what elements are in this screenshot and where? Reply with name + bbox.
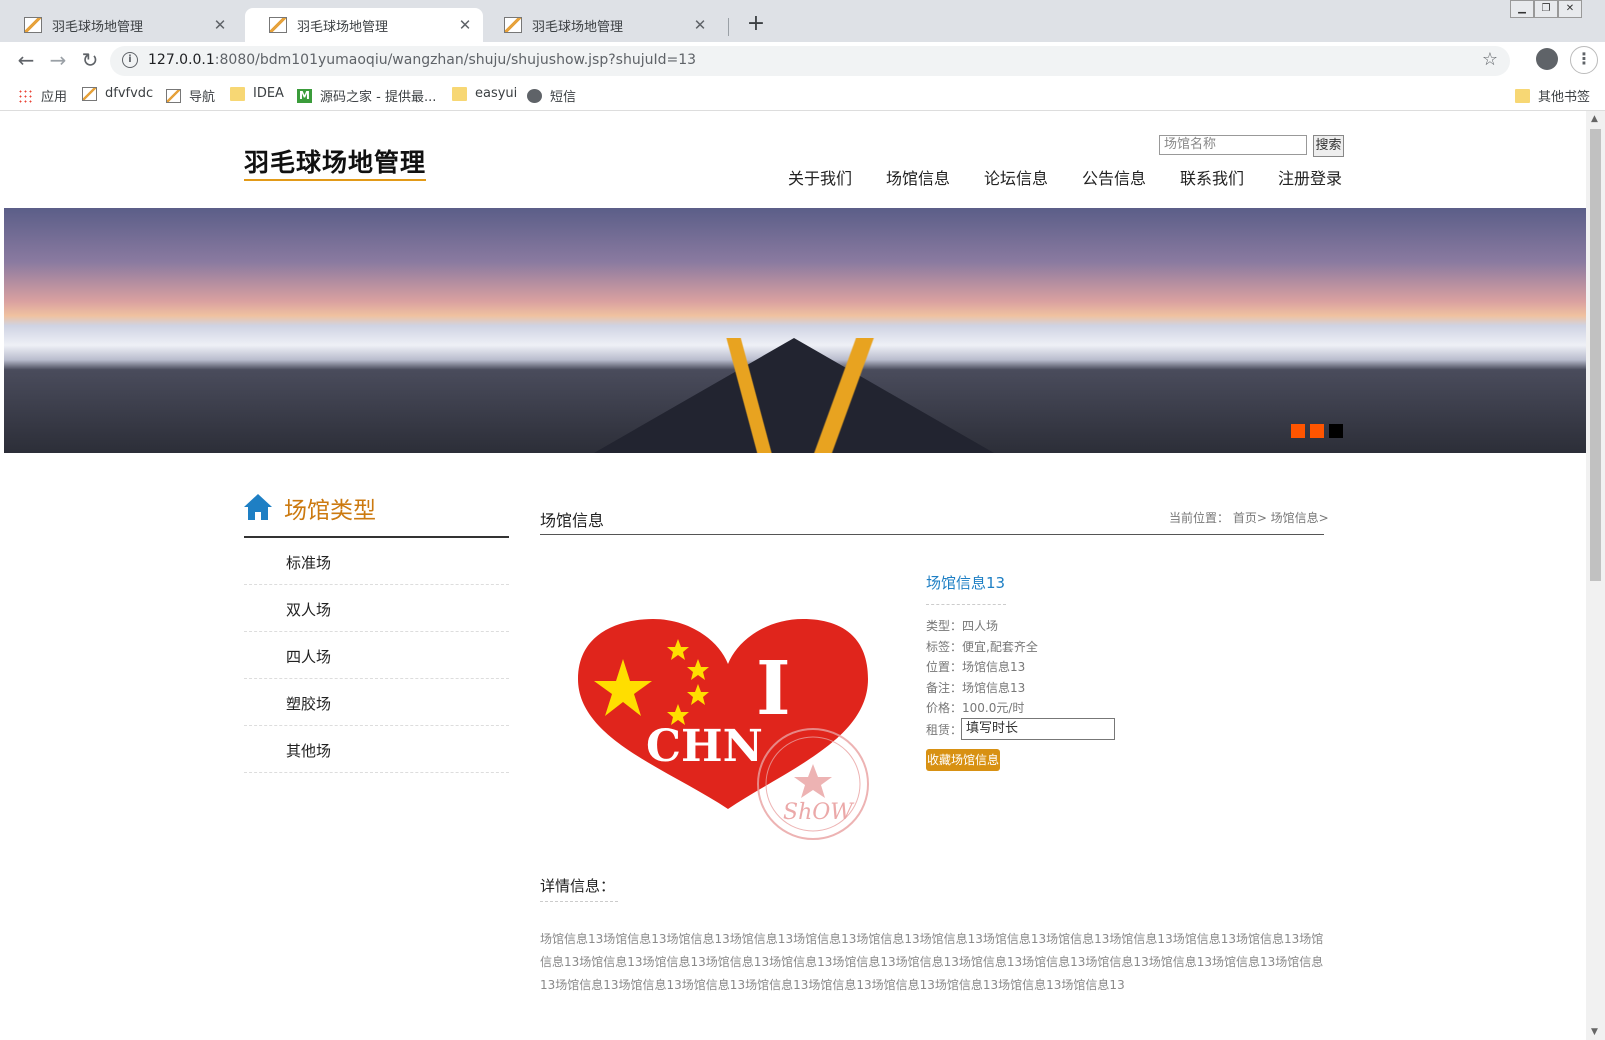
address-bar[interactable]: i 127.0.0.1:8080/bdm101yumaoqiu/wangzhan… xyxy=(110,46,1510,76)
favorite-button[interactable]: 收藏场馆信息 xyxy=(926,749,1000,771)
scroll-down-icon[interactable]: ▼ xyxy=(1591,1027,1598,1037)
rent-label: 租赁： xyxy=(926,723,963,737)
site-logo[interactable]: 羽毛球场地管理 xyxy=(244,143,427,181)
folder-icon xyxy=(230,86,245,101)
bookmark-other[interactable]: 其他书签 xyxy=(1515,86,1590,105)
venue-name-underline xyxy=(926,604,1006,605)
close-tab-icon[interactable]: ✕ xyxy=(453,16,477,34)
globe-icon xyxy=(527,88,542,103)
venue-image: I CHN ShOW xyxy=(578,619,869,840)
bookmark-nav[interactable]: 导航 xyxy=(166,86,215,105)
nav-about[interactable]: 关于我们 xyxy=(788,165,852,189)
details-text: 场馆信息13场馆信息13场馆信息13场馆信息13场馆信息13场馆信息13场馆信息… xyxy=(540,932,1324,992)
stamp-text: ShOW xyxy=(783,800,855,825)
home-icon xyxy=(244,494,272,522)
details-heading-underline xyxy=(540,901,618,902)
profile-avatar-icon[interactable] xyxy=(1536,48,1558,70)
sidebar-item-double[interactable]: 双人场 xyxy=(244,585,509,632)
browser-tab-active[interactable]: 羽毛球场地管理 ✕ xyxy=(245,8,483,42)
tab-title: 羽毛球场地管理 xyxy=(532,19,624,35)
tab-title: 羽毛球场地管理 xyxy=(297,19,389,35)
tab-separator xyxy=(728,18,729,36)
bookmark-idea[interactable]: IDEA xyxy=(230,86,284,101)
bookmark-sms[interactable]: 短信 xyxy=(527,86,576,105)
bookmark-dfvfvdc[interactable]: dfvfvdc xyxy=(82,86,153,101)
page-favicon-icon xyxy=(269,17,287,33)
search-button[interactable]: 搜索 xyxy=(1313,135,1344,157)
banner-dot[interactable] xyxy=(1291,424,1305,438)
apps-grid-icon xyxy=(18,88,33,103)
restore-window-button[interactable]: ❐ xyxy=(1534,0,1558,18)
new-tab-button[interactable]: + xyxy=(742,10,770,38)
close-tab-icon[interactable]: ✕ xyxy=(208,16,232,34)
forward-arrow-icon[interactable]: → xyxy=(44,46,72,74)
breadcrumb[interactable]: 当前位置： 首页> 场馆信息> xyxy=(1169,509,1329,526)
tab-title: 羽毛球场地管理 xyxy=(52,19,144,35)
bookmark-apps[interactable]: 应用 xyxy=(18,86,67,105)
banner-dot[interactable] xyxy=(1310,424,1324,438)
minimize-window-button[interactable]: ▁ xyxy=(1510,0,1534,18)
sidebar-item-four[interactable]: 四人场 xyxy=(244,632,509,679)
hero-banner xyxy=(4,208,1586,453)
page-scrollbar[interactable]: ▲ ▼ xyxy=(1586,111,1605,1040)
site-info-icon[interactable]: i xyxy=(122,52,138,68)
bookmarks-bar: 应用 dfvfvdc 导航 IDEA M 源码之家 - 提供最... easyu… xyxy=(0,80,1605,111)
page-icon xyxy=(166,88,181,103)
folder-icon xyxy=(1515,88,1530,103)
close-window-button[interactable]: ✕ xyxy=(1558,0,1582,18)
bookmark-yuanma[interactable]: M 源码之家 - 提供最... xyxy=(297,86,436,105)
url-text[interactable]: 127.0.0.1:8080/bdm101yumaoqiu/wangzhan/s… xyxy=(148,52,696,68)
venue-note: 备注：场馆信息13 xyxy=(926,681,1026,695)
sidebar-item-plastic[interactable]: 塑胶场 xyxy=(244,679,509,726)
sidebar-item-standard[interactable]: 标准场 xyxy=(244,538,509,585)
nav-notices[interactable]: 公告信息 xyxy=(1082,165,1146,189)
venue-type: 类型：四人场 xyxy=(926,619,999,633)
scroll-up-icon[interactable]: ▲ xyxy=(1591,114,1598,124)
venue-tags: 标签：便宜,配套齐全 xyxy=(926,640,1038,654)
section-title: 场馆信息 xyxy=(540,511,605,530)
close-tab-icon[interactable]: ✕ xyxy=(688,16,712,34)
back-arrow-icon[interactable]: ← xyxy=(12,46,40,74)
browser-tab[interactable]: 羽毛球场地管理 ✕ xyxy=(480,8,718,42)
rent-duration-input[interactable]: 填写时长 xyxy=(961,718,1115,740)
image-chn-text: CHN xyxy=(646,721,763,772)
venue-name: 场馆信息13 xyxy=(926,574,1006,592)
image-mark-text: I xyxy=(756,646,791,732)
search-input[interactable]: 场馆名称 xyxy=(1159,135,1307,155)
reload-icon[interactable]: ↻ xyxy=(76,46,104,74)
m-logo-icon: M xyxy=(297,88,312,103)
page-icon xyxy=(82,86,97,101)
nav-login[interactable]: 注册登录 xyxy=(1278,165,1342,189)
banner-road-line xyxy=(784,338,904,453)
stamp-star-icon xyxy=(794,764,832,798)
page-viewport: 羽毛球场地管理 场馆名称 搜索 关于我们 场馆信息 论坛信息 公告信息 联系我们… xyxy=(4,111,1586,1036)
page-favicon-icon xyxy=(24,17,42,33)
banner-dot[interactable] xyxy=(1329,424,1343,438)
nav-venues[interactable]: 场馆信息 xyxy=(886,165,950,189)
nav-forum[interactable]: 论坛信息 xyxy=(984,165,1048,189)
browser-toolbar: ← → ↻ i 127.0.0.1:8080/bdm101yumaoqiu/wa… xyxy=(0,42,1605,78)
browser-menu-icon[interactable]: ⋮ xyxy=(1570,46,1598,74)
sidebar-title-text: 场馆类型 xyxy=(284,498,376,524)
bookmark-star-icon[interactable]: ☆ xyxy=(1482,49,1498,70)
nav-contact[interactable]: 联系我们 xyxy=(1180,165,1244,189)
venue-location: 位置：场馆信息13 xyxy=(926,660,1026,674)
page-favicon-icon xyxy=(504,17,522,33)
details-heading: 详情信息： xyxy=(540,877,616,895)
venue-price: 价格：100.0元/时 xyxy=(926,701,1025,715)
folder-icon xyxy=(452,86,467,101)
sidebar-item-other[interactable]: 其他场 xyxy=(244,726,509,773)
scrollbar-thumb[interactable] xyxy=(1590,129,1601,581)
browser-tab-strip: 羽毛球场地管理 ✕ 羽毛球场地管理 ✕ 羽毛球场地管理 ✕ + ▁ ❐ ✕ xyxy=(0,0,1605,42)
sidebar-title: 场馆类型 xyxy=(244,491,376,525)
browser-tab[interactable]: 羽毛球场地管理 ✕ xyxy=(0,8,238,42)
bookmark-easyui[interactable]: easyui xyxy=(452,86,517,101)
section-divider xyxy=(540,534,1324,535)
